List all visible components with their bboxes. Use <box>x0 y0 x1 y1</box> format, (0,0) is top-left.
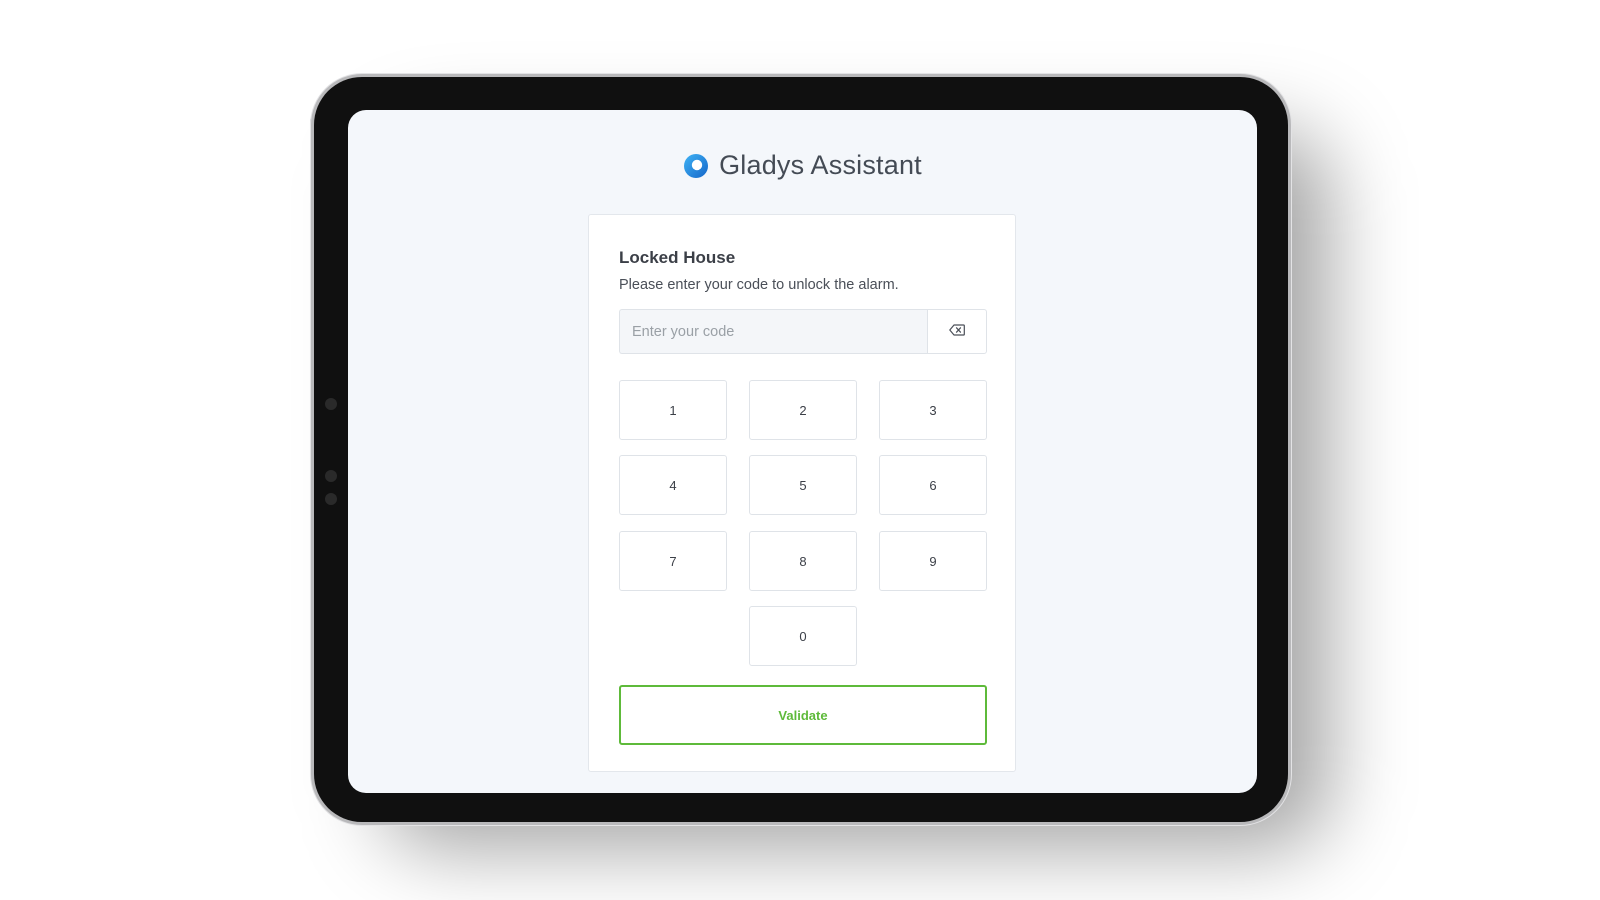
key-6[interactable]: 6 <box>879 455 987 515</box>
device-dot <box>325 493 337 505</box>
app-title: Gladys Assistant <box>719 150 922 180</box>
key-3[interactable]: 3 <box>879 380 987 440</box>
key-5[interactable]: 5 <box>749 455 857 515</box>
key-4[interactable]: 4 <box>619 455 727 515</box>
backspace-icon <box>949 323 965 341</box>
device-dot <box>325 398 337 410</box>
app-header: Gladys Assistant <box>348 150 1257 181</box>
device-dot <box>325 470 337 482</box>
key-0[interactable]: 0 <box>749 606 857 666</box>
tablet-screen: Gladys Assistant Locked House Please ent… <box>348 110 1257 793</box>
gladys-logo-icon <box>683 153 709 179</box>
validate-button[interactable]: Validate <box>619 685 987 745</box>
backspace-button[interactable] <box>927 309 987 354</box>
card-title: Locked House <box>619 248 736 267</box>
code-input[interactable] <box>619 309 927 354</box>
unlock-card: Locked House Please enter your code to u… <box>588 214 1016 772</box>
key-1[interactable]: 1 <box>619 380 727 440</box>
code-input-group <box>619 309 987 354</box>
key-2[interactable]: 2 <box>749 380 857 440</box>
card-subtitle: Please enter your code to unlock the ala… <box>619 277 899 293</box>
key-8[interactable]: 8 <box>749 531 857 591</box>
key-9[interactable]: 9 <box>879 531 987 591</box>
key-7[interactable]: 7 <box>619 531 727 591</box>
